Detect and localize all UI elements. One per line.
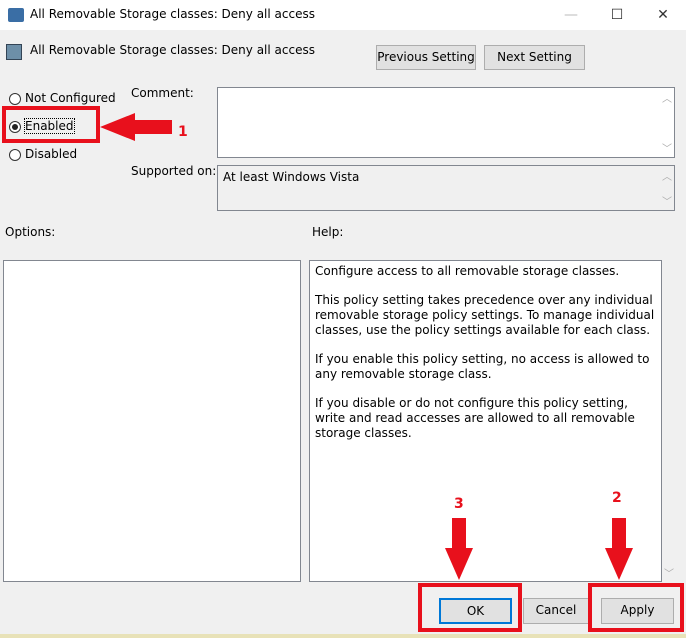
scroll-down-icon[interactable]: ﹀	[660, 193, 674, 208]
annotation-box-enabled	[2, 106, 100, 143]
scroll-up-icon[interactable]: ︿	[660, 168, 674, 183]
help-label: Help:	[312, 225, 344, 239]
help-scrollbar[interactable]: ﹀	[662, 260, 676, 582]
comment-textarea[interactable]: ︿ ﹀	[217, 87, 675, 158]
policy-title: All Removable Storage classes: Deny all …	[30, 43, 315, 57]
help-paragraph: If you disable or do not configure this …	[315, 396, 635, 440]
radio-button[interactable]	[9, 92, 21, 105]
annotation-number-1: 1	[178, 124, 188, 140]
options-panel	[3, 260, 301, 582]
annotation-box-apply	[588, 583, 684, 632]
maximize-button[interactable]: ☐	[594, 0, 640, 30]
annotation-arrow-left	[100, 113, 172, 141]
annotation-number-3: 3	[454, 496, 464, 512]
cancel-button[interactable]: Cancel	[523, 598, 589, 624]
supported-on-value: At least Windows Vista	[223, 170, 360, 184]
scroll-down-icon[interactable]: ﹀	[660, 140, 674, 155]
taskbar-edge	[0, 634, 686, 638]
close-button[interactable]: ✕	[640, 0, 686, 30]
annotation-box-ok	[418, 583, 522, 632]
supported-on-field: At least Windows Vista ︿ ﹀	[217, 165, 675, 211]
help-paragraph: If you enable this policy setting, no ac…	[315, 352, 650, 381]
minimize-button[interactable]: —	[548, 0, 594, 30]
annotation-arrow-down-apply	[605, 518, 633, 580]
radio-disabled[interactable]: Disabled	[9, 147, 77, 161]
radio-label: Not Configured	[25, 91, 116, 105]
comment-label: Comment:	[131, 86, 194, 100]
app-icon	[8, 8, 24, 22]
next-setting-button[interactable]: Next Setting	[484, 45, 585, 70]
annotation-arrow-down-ok	[445, 518, 473, 580]
title-bar: All Removable Storage classes: Deny all …	[0, 0, 686, 30]
window-title: All Removable Storage classes: Deny all …	[30, 7, 315, 21]
radio-label: Disabled	[25, 147, 78, 161]
options-label: Options:	[5, 225, 56, 239]
annotation-number-2: 2	[612, 490, 622, 506]
scroll-up-icon[interactable]: ︿	[660, 90, 674, 105]
policy-icon	[6, 44, 22, 60]
radio-not-configured[interactable]: Not Configured	[9, 91, 116, 105]
help-paragraph: Configure access to all removable storag…	[315, 264, 620, 278]
previous-setting-button[interactable]: Previous Setting	[376, 45, 476, 70]
radio-button[interactable]	[9, 148, 21, 161]
scroll-down-icon[interactable]: ﹀	[662, 565, 676, 580]
supported-on-label: Supported on:	[131, 164, 217, 178]
help-paragraph: This policy setting takes precedence ove…	[315, 293, 655, 337]
